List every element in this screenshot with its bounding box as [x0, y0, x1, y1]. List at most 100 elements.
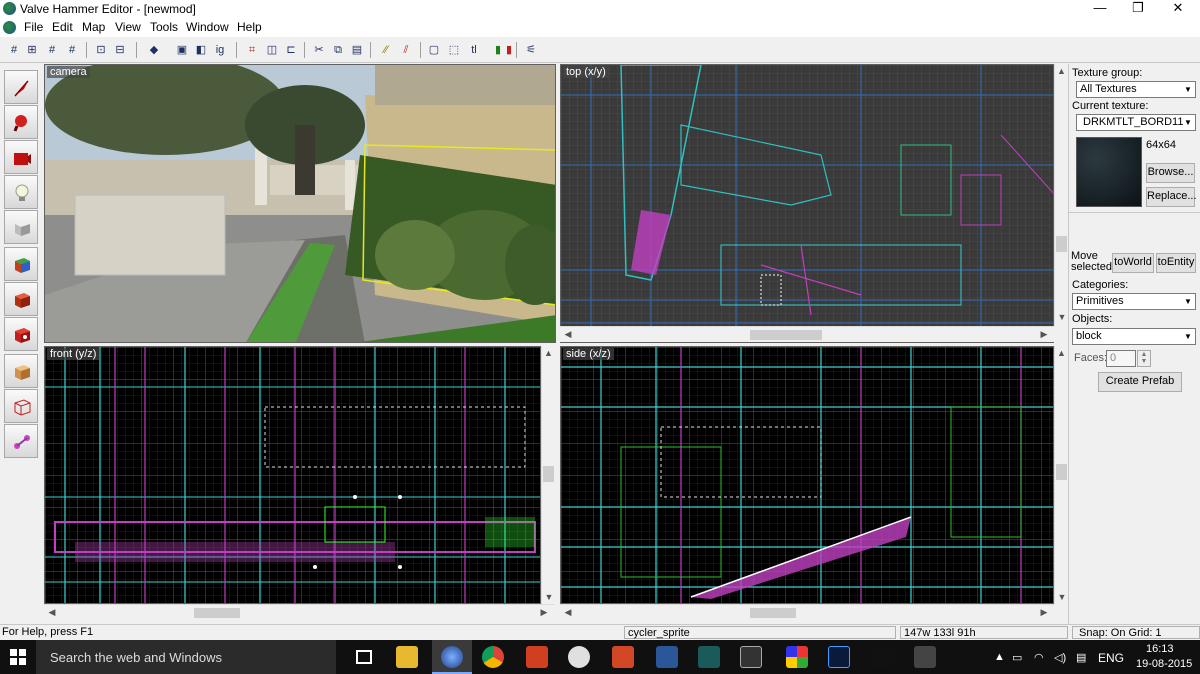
text-icon[interactable]: tl	[466, 42, 482, 58]
show-items-icon[interactable]: ⫽	[398, 42, 414, 58]
menu-file[interactable]: File	[24, 20, 43, 34]
document-icon[interactable]	[3, 21, 16, 34]
compile-icon[interactable]: ⚟	[523, 42, 539, 58]
stop-icon[interactable]: ▮	[501, 42, 517, 58]
restore-button[interactable]: ❐	[1118, 0, 1158, 18]
scroll-down-arrow[interactable]: ▼	[1055, 310, 1069, 324]
language-indicator[interactable]: ENG	[1098, 651, 1124, 665]
scroll-up-arrow[interactable]: ▲	[542, 346, 555, 360]
scroll-thumb[interactable]	[1056, 236, 1067, 252]
task-view-icon[interactable]	[356, 650, 372, 664]
tie-to-entity-icon[interactable]: ◆	[146, 42, 162, 58]
clock-date[interactable]: 19-08-2015	[1136, 658, 1192, 670]
menu-map[interactable]: Map	[82, 20, 105, 34]
console-icon[interactable]	[740, 646, 762, 668]
chrome-icon[interactable]	[482, 646, 504, 668]
scroll-thumb[interactable]	[750, 608, 796, 618]
texture-lock-icon[interactable]: ◧	[193, 42, 209, 58]
apply-texture-tool[interactable]	[4, 282, 38, 316]
hammer-taskbar-button[interactable]	[432, 640, 472, 674]
select-cursor-icon[interactable]: ⬚	[446, 42, 462, 58]
scroll-thumb[interactable]	[1056, 464, 1067, 480]
selection-tool[interactable]	[4, 70, 38, 104]
clip-icon[interactable]: ⊏	[283, 42, 299, 58]
close-button[interactable]: ✕	[1158, 0, 1198, 18]
scroll-right-arrow[interactable]: ▶	[1038, 327, 1050, 341]
windows-start-icon[interactable]	[10, 649, 26, 665]
top-viewport[interactable]: top (x/y)	[560, 64, 1054, 343]
front-horizontal-scrollbar[interactable]: ◀ ▶	[44, 604, 555, 620]
to-entity-button[interactable]: toEntity	[1156, 253, 1196, 273]
side-horizontal-scrollbar[interactable]: ◀ ▶	[560, 604, 1054, 620]
select-box-icon[interactable]: ▢	[426, 42, 442, 58]
front-vertical-scrollbar[interactable]: ▲ ▼	[541, 346, 555, 604]
powerpoint-icon[interactable]	[612, 646, 634, 668]
texture-group-select[interactable]: All Textures ▼	[1076, 81, 1196, 98]
clipping-tool[interactable]	[4, 354, 38, 388]
menu-view[interactable]: View	[115, 20, 141, 34]
word-icon[interactable]	[656, 646, 678, 668]
texture-application-tool[interactable]	[4, 247, 38, 281]
carve-icon[interactable]: ⌗	[244, 42, 260, 58]
cut-icon[interactable]: ✂	[311, 42, 327, 58]
menu-edit[interactable]: Edit	[52, 20, 73, 34]
app-icon[interactable]	[914, 646, 936, 668]
clock-time[interactable]: 16:13	[1146, 643, 1174, 655]
camera-viewport[interactable]: camera	[44, 64, 556, 343]
itunes-icon[interactable]	[568, 646, 590, 668]
side-vertical-scrollbar[interactable]: ▲ ▼	[1054, 346, 1068, 604]
magnify-tool[interactable]	[4, 105, 38, 139]
scroll-thumb[interactable]	[543, 466, 554, 482]
scroll-up-arrow[interactable]: ▲	[1055, 64, 1068, 78]
front-viewport[interactable]: front (y/z)	[44, 346, 541, 604]
top-vertical-scrollbar[interactable]: ▲ ▼	[1054, 64, 1068, 326]
scroll-left-arrow[interactable]: ◀	[46, 605, 58, 619]
menu-help[interactable]: Help	[237, 20, 262, 34]
grid-3d-icon[interactable]: #	[64, 42, 80, 58]
tray-chevron-icon[interactable]: ▲	[994, 651, 1005, 663]
file-explorer-icon[interactable]	[396, 646, 418, 668]
copy-icon[interactable]: ⧉	[330, 42, 346, 58]
vertex-tool[interactable]	[4, 389, 38, 423]
ungroup-icon[interactable]: ⊟	[112, 42, 128, 58]
entity-tool[interactable]	[4, 175, 38, 209]
minimize-button[interactable]: —	[1080, 0, 1120, 18]
ignore-groups-icon[interactable]: ig	[212, 42, 228, 58]
objects-select[interactable]: block ▼	[1072, 328, 1196, 345]
to-world-button[interactable]: toWorld	[1112, 253, 1154, 273]
faces-input[interactable]: 0	[1106, 350, 1136, 367]
grid-larger-icon[interactable]: #	[44, 42, 60, 58]
create-prefab-button[interactable]: Create Prefab	[1098, 372, 1182, 392]
path-tool[interactable]	[4, 424, 38, 458]
grid-smaller-icon[interactable]: ⊞	[24, 42, 40, 58]
scroll-thumb[interactable]	[750, 330, 822, 340]
faces-stepper[interactable]: ▲ ▼	[1137, 350, 1151, 367]
block-tool[interactable]	[4, 210, 38, 244]
battery-icon[interactable]: ▭	[1012, 651, 1022, 664]
browse-button[interactable]: Browse...	[1146, 163, 1195, 183]
hide-items-icon[interactable]: ⁄⁄	[378, 42, 394, 58]
scroll-left-arrow[interactable]: ◀	[562, 327, 574, 341]
scroll-up-arrow[interactable]: ▲	[1055, 346, 1068, 360]
scroll-right-arrow[interactable]: ▶	[1038, 605, 1050, 619]
scroll-right-arrow[interactable]: ▶	[538, 605, 550, 619]
replace-button[interactable]: Replace...	[1146, 187, 1197, 207]
current-texture-select[interactable]: DRKMTLT_BORD11 ▼	[1076, 114, 1196, 131]
grid-toggle-icon[interactable]: #	[6, 42, 22, 58]
scroll-down-arrow[interactable]: ▼	[542, 590, 556, 604]
paste-icon[interactable]: ▤	[349, 42, 365, 58]
decal-tool[interactable]	[4, 317, 38, 351]
scroll-left-arrow[interactable]: ◀	[562, 605, 574, 619]
menu-window[interactable]: Window	[186, 20, 229, 34]
notification-icon[interactable]: ▤	[1076, 651, 1086, 664]
photoshop-icon[interactable]	[828, 646, 850, 668]
group-icon[interactable]: ⊡	[93, 42, 109, 58]
app-icon[interactable]	[698, 646, 720, 668]
app-icon[interactable]	[526, 646, 548, 668]
volume-icon[interactable]: ◁)	[1054, 651, 1066, 664]
menu-tools[interactable]: Tools	[150, 20, 178, 34]
top-horizontal-scrollbar[interactable]: ◀ ▶	[560, 326, 1054, 342]
move-to-world-icon[interactable]: ▣	[174, 42, 190, 58]
side-viewport[interactable]: side (x/z)	[560, 346, 1054, 604]
camera-tool[interactable]	[4, 140, 38, 174]
